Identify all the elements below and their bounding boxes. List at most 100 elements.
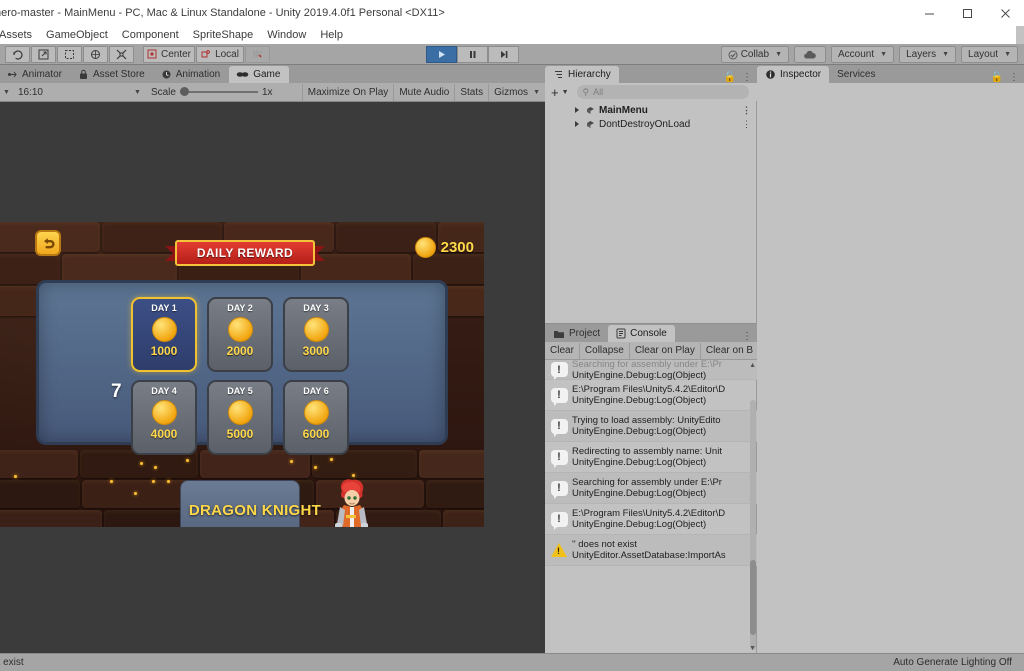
clear-button[interactable]: Clear — [545, 342, 580, 359]
log-entry[interactable]: ! E:\Program Files\Unity5.4.2\Editor\D U… — [545, 504, 757, 535]
tab-services[interactable]: Services — [829, 66, 883, 83]
stats-button[interactable]: Stats — [454, 83, 488, 101]
lock-icon[interactable]: 🔓 — [991, 72, 1003, 83]
rotate-tool-icon[interactable] — [83, 45, 108, 63]
panel-menu-icon[interactable]: ⋮ — [742, 331, 752, 342]
clear-on-play-label: Clear on Play — [634, 345, 695, 356]
plus-icon: + — [551, 84, 559, 100]
tab-hierarchy[interactable]: Hierarchy — [545, 66, 619, 83]
hierarchy-item-mainmenu[interactable]: MainMenu ⋮ — [545, 103, 757, 117]
pivot-rotation-button[interactable]: Local — [196, 45, 245, 63]
menu-item-help[interactable]: Help — [313, 29, 350, 41]
menu-item-gameobject[interactable]: GameObject — [39, 29, 115, 41]
transform-tool-icon[interactable] — [109, 45, 134, 63]
panel-menu-icon[interactable]: ⋮ — [742, 105, 751, 116]
account-button[interactable]: Account ▼ — [831, 46, 895, 63]
day-card-4[interactable]: DAY 4 4000 — [131, 380, 197, 455]
tab-animator[interactable]: Animator — [0, 66, 72, 83]
layout-button[interactable]: Layout ▼ — [961, 46, 1018, 63]
menu-bar: Assets GameObject Component SpriteShape … — [0, 26, 1016, 44]
back-button[interactable] — [35, 230, 61, 256]
log-line-1: Searching for assembly under E:\Pr — [572, 477, 722, 488]
play-icon[interactable] — [426, 46, 457, 63]
scroll-up-arrow-icon[interactable]: ▲ — [749, 362, 756, 369]
tab-console[interactable]: Console — [608, 325, 675, 342]
inspector-tabstrip: Inspector Services 🔓 ⋮ — [757, 65, 1024, 83]
scale-slider-knob[interactable] — [179, 87, 189, 96]
hierarchy-panel: Hierarchy 🔓 ⋮ + ▼ ⚲ All MainMenu ⋮ DontD… — [545, 65, 757, 323]
tab-game[interactable]: Game — [229, 66, 290, 83]
mute-audio-button[interactable]: Mute Audio — [393, 83, 454, 101]
step-icon[interactable] — [488, 46, 519, 63]
close-icon[interactable] — [986, 0, 1024, 26]
window-title: hero-master - MainMenu - PC, Mac & Linux… — [0, 7, 445, 19]
coin-icon — [303, 317, 329, 342]
aspect-ratio-dropdown[interactable]: 16:10 ▼ — [11, 83, 145, 101]
log-entry[interactable]: ! Trying to load assembly: UnityEdito Un… — [545, 411, 757, 442]
lock-icon[interactable]: 🔓 — [724, 72, 736, 83]
day-card-1[interactable]: DAY 1 1000 — [131, 297, 197, 372]
menu-item-assets[interactable]: Assets — [0, 29, 39, 41]
day-card-3-amount: 3000 — [302, 344, 330, 358]
collab-button[interactable]: Collab ▼ — [720, 46, 789, 63]
cloud-icon[interactable] — [794, 46, 826, 63]
tab-asset-store[interactable]: Asset Store — [71, 66, 154, 83]
log-line-2: UnityEngine.Debug:Log(Object) — [572, 395, 707, 406]
aspect-ratio-value: 16:10 — [17, 86, 43, 98]
tab-project[interactable]: Project — [545, 325, 608, 342]
log-entry[interactable]: '' does not exist UnityEditor.AssetDatab… — [545, 535, 757, 566]
day-card-5[interactable]: DAY 5 5000 — [207, 380, 273, 455]
maximize-on-play-button[interactable]: Maximize On Play — [301, 83, 394, 101]
log-entry[interactable]: ! Redirecting to assembly name: Unit Uni… — [545, 442, 757, 473]
menu-item-component[interactable]: Component — [115, 29, 186, 41]
collapse-button[interactable]: Collapse — [580, 342, 630, 359]
tab-inspector[interactable]: Inspector — [757, 66, 830, 83]
panel-menu-icon[interactable]: ⋮ — [1009, 72, 1019, 83]
game-canvas[interactable]: DAILY REWARD 2300 7 DAY 1 1000 DAY 2 200… — [0, 222, 484, 527]
scale-slider-track[interactable] — [179, 87, 258, 96]
clear-on-build-button[interactable]: Clear on B — [701, 343, 757, 359]
console-log-list[interactable]: ! Searching for assembly under E:\Pr Uni… — [545, 360, 757, 654]
expand-arrow-icon[interactable] — [575, 121, 579, 127]
log-entry[interactable]: ! Searching for assembly under E:\Pr Uni… — [545, 360, 757, 381]
console-panel: Project Console ⋮ Clear Collapse Clear o… — [545, 323, 757, 653]
display-chevron-icon[interactable]: ▼ — [3, 89, 10, 96]
console-scrollbar-thumb[interactable] — [750, 560, 756, 635]
tab-animation[interactable]: Animation — [153, 66, 230, 83]
layers-button[interactable]: Layers ▼ — [899, 46, 957, 63]
scroll-down-arrow-icon[interactable]: ▼ — [749, 645, 756, 652]
panel-menu-icon[interactable]: ⋮ — [742, 119, 751, 130]
hierarchy-item-dontdestroyonload[interactable]: DontDestroyOnLoad ⋮ — [545, 117, 757, 131]
scale-slider[interactable]: Scale 1x — [151, 87, 273, 98]
minimize-icon[interactable] — [910, 0, 948, 26]
menu-item-spriteshape[interactable]: SpriteShape — [186, 29, 261, 41]
expand-arrow-icon[interactable] — [575, 107, 579, 113]
hand-tool-icon[interactable] — [5, 45, 30, 63]
clear-on-play-button[interactable]: Clear on Play — [630, 342, 701, 359]
layers-label: Layers — [906, 49, 937, 60]
log-entry[interactable]: ! E:\Program Files\Unity5.4.2\Editor\D U… — [545, 380, 757, 411]
rect-tool-icon[interactable] — [57, 45, 82, 63]
menu-item-window[interactable]: Window — [260, 29, 313, 41]
pivot-mode-button[interactable]: Center — [143, 45, 196, 63]
move-tool-icon[interactable] — [31, 45, 56, 63]
day-card-2[interactable]: DAY 2 2000 — [207, 297, 273, 372]
gizmos-button[interactable]: Gizmos ▼ — [488, 83, 545, 101]
clear-label: Clear — [550, 345, 574, 356]
pivot-rotation-label: Local — [215, 48, 239, 60]
layout-label: Layout — [968, 49, 999, 60]
panel-menu-icon[interactable]: ⋮ — [742, 72, 752, 83]
day-card-6-label: DAY 6 — [303, 386, 329, 396]
log-entry[interactable]: ! Searching for assembly under E:\Pr Uni… — [545, 473, 757, 504]
tab-console-label: Console — [630, 328, 667, 339]
maximize-icon[interactable] — [948, 0, 986, 26]
toolbar-right-group: Collab ▼ Account ▼ Layers ▼ Layout ▼ — [716, 46, 1018, 63]
game-view[interactable]: DAILY REWARD 2300 7 DAY 1 1000 DAY 2 200… — [0, 102, 545, 653]
search-input[interactable]: ⚲ All — [576, 85, 749, 99]
day-card-3[interactable]: DAY 3 3000 — [283, 297, 349, 372]
grid-snap-icon[interactable] — [245, 45, 271, 63]
day-card-6[interactable]: DAY 6 6000 — [283, 380, 349, 455]
pause-icon[interactable] — [457, 46, 488, 63]
hierarchy-icon — [553, 69, 564, 80]
add-gameobject-button[interactable]: + ▼ — [551, 85, 569, 100]
